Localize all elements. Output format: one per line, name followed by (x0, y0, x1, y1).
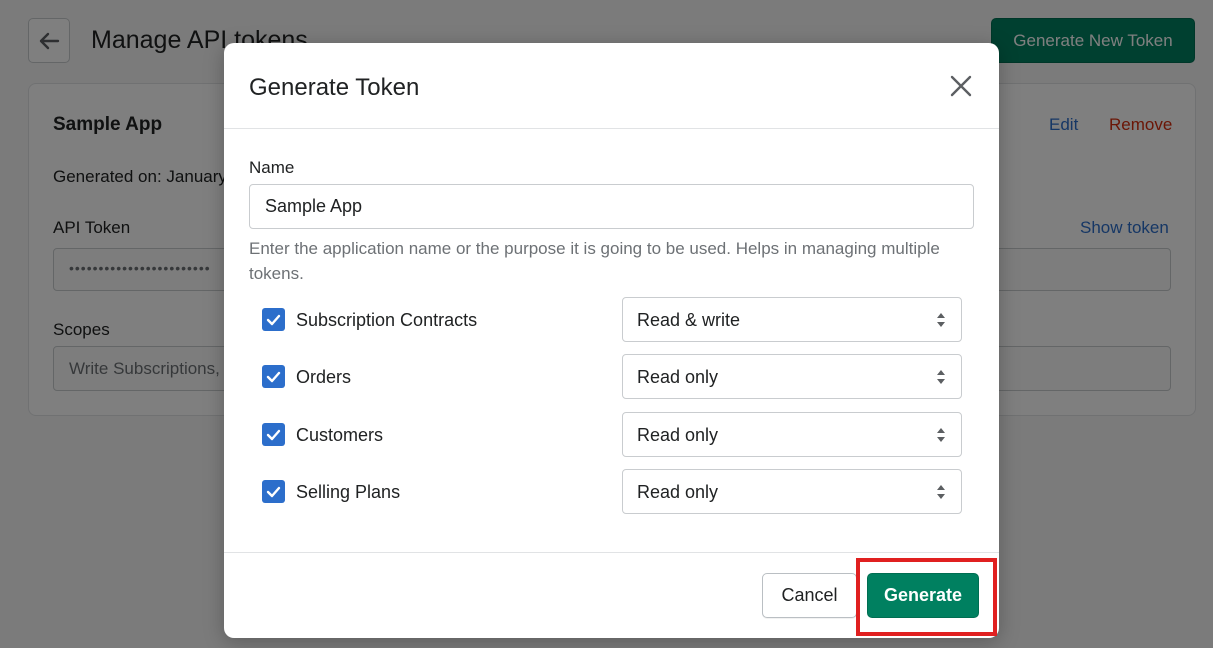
select-value: Read only (637, 482, 719, 502)
select-value: Read & write (637, 310, 741, 330)
scope-row-customers: Customers Read only (262, 412, 962, 457)
close-button[interactable] (944, 69, 978, 103)
subscription-contracts-checkbox[interactable] (262, 308, 285, 331)
generate-token-modal: Generate Token Name Enter the applicatio… (224, 43, 999, 638)
select-arrows-icon (937, 485, 945, 499)
select-arrows-icon (937, 428, 945, 442)
name-input[interactable] (249, 184, 974, 229)
cancel-button[interactable]: Cancel (762, 573, 857, 618)
scope-row-orders: Orders Read only (262, 354, 962, 399)
checkmark-icon (266, 429, 281, 440)
select-value: Read only (637, 425, 719, 445)
modal-header: Generate Token (224, 43, 999, 129)
scope-label: Customers (296, 425, 384, 445)
checkmark-icon (266, 486, 281, 497)
subscription-contracts-access-select[interactable]: Read & write (622, 297, 962, 342)
orders-checkbox[interactable] (262, 365, 285, 388)
select-arrows-icon (937, 370, 945, 384)
name-label: Name (249, 158, 295, 177)
scope-label: Selling Plans (296, 482, 401, 502)
orders-access-select[interactable]: Read only (622, 354, 962, 399)
select-arrows-icon (937, 313, 945, 327)
select-value: Read only (637, 367, 719, 387)
close-icon (950, 75, 972, 97)
customers-access-select[interactable]: Read only (622, 412, 962, 457)
selling-plans-checkbox[interactable] (262, 480, 285, 503)
scope-label: Subscription Contracts (296, 310, 478, 330)
selling-plans-access-select[interactable]: Read only (622, 469, 962, 514)
scope-row-subscription-contracts: Subscription Contracts Read & write (262, 297, 962, 342)
checkmark-icon (266, 314, 281, 325)
modal-title: Generate Token (249, 74, 420, 101)
customers-checkbox[interactable] (262, 423, 285, 446)
name-help-text: Enter the application name or the purpos… (249, 239, 940, 283)
scope-label: Orders (296, 367, 352, 387)
checkmark-icon (266, 371, 281, 382)
scope-row-selling-plans: Selling Plans Read only (262, 469, 962, 514)
generate-button-highlight (856, 558, 997, 636)
